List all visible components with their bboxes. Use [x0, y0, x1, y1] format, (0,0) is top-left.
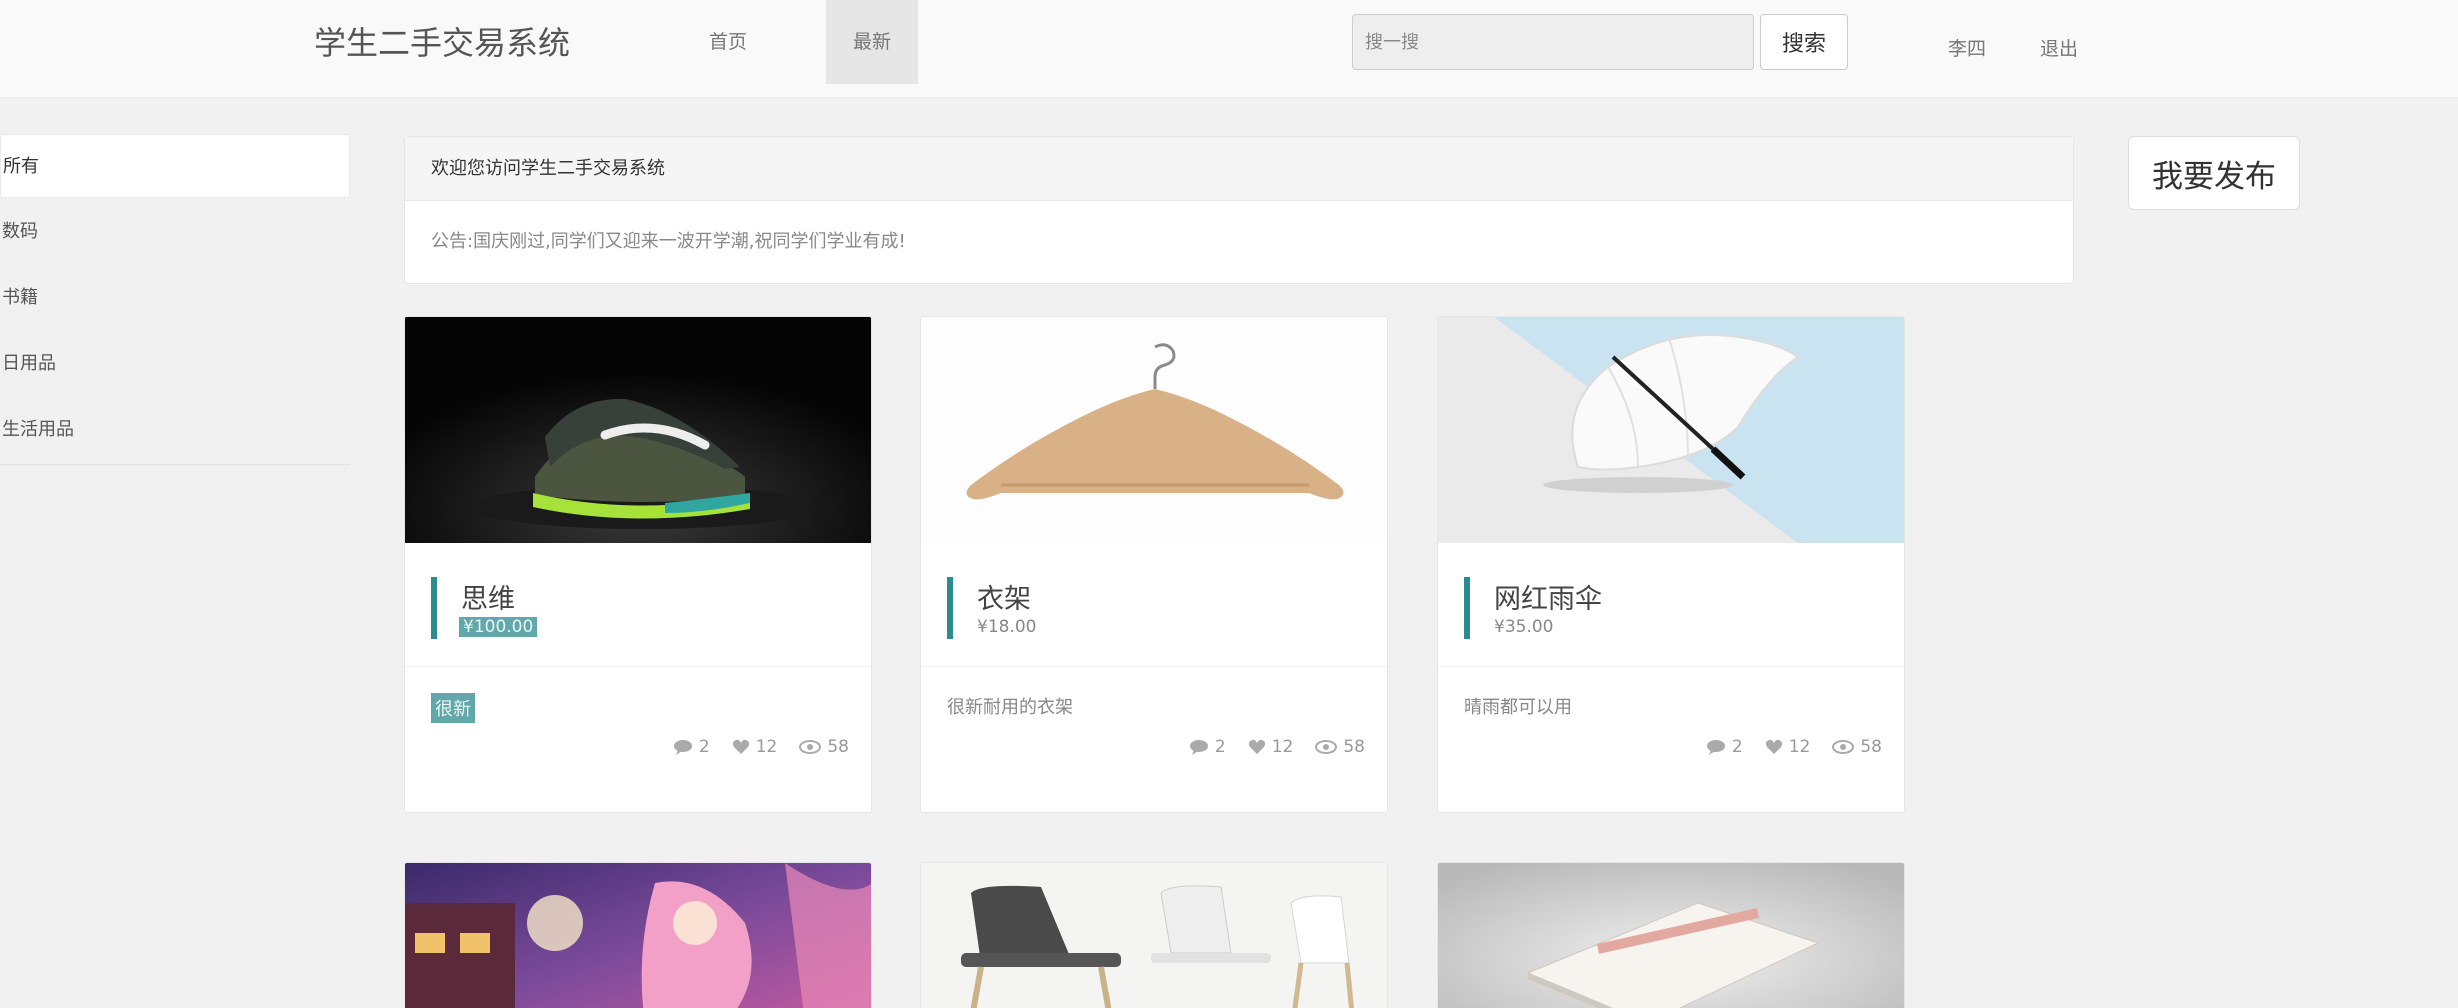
view-stat: 58 [1315, 737, 1365, 757]
eye-icon [1832, 740, 1855, 754]
welcome-panel: 欢迎您访问学生二手交易系统 公告:国庆刚过,同学们又迎来一波开学潮,祝同学们学业… [404, 136, 2074, 284]
like-stat[interactable]: 12 [732, 737, 778, 757]
book-image [1438, 863, 1904, 1008]
notice-text: 公告:国庆刚过,同学们又迎来一波开学潮,祝同学们学业有成! [431, 231, 906, 252]
search-button[interactable]: 搜索 [1760, 14, 1848, 70]
product-image-chairs[interactable] [921, 863, 1387, 1008]
view-stat: 58 [799, 737, 849, 757]
comment-count: 2 [1731, 737, 1743, 757]
product-description: 很新耐用的衣架 [947, 697, 1073, 718]
product-image-book[interactable] [1438, 863, 1904, 1008]
category-all[interactable]: 所有 [0, 134, 350, 198]
eye-icon [1315, 740, 1338, 754]
product-name[interactable]: 衣架 [977, 577, 1031, 616]
accent-bar [947, 577, 953, 639]
comment-icon [1706, 740, 1725, 755]
product-price: ¥35.00 [1494, 617, 1554, 637]
logout-link[interactable]: 退出 [2040, 34, 2078, 61]
sidebar-divider [0, 464, 350, 465]
heart-icon [732, 739, 749, 754]
comment-stat[interactable]: 2 [1706, 737, 1743, 757]
heart-icon [1248, 739, 1265, 754]
nav-home[interactable]: 首页 [680, 0, 776, 84]
product-image-hanger[interactable] [921, 317, 1387, 543]
comment-stat[interactable]: 2 [1189, 737, 1226, 757]
comment-count: 2 [698, 737, 710, 757]
product-image-shoe[interactable] [405, 317, 871, 543]
view-stat: 58 [1832, 737, 1882, 757]
umbrella-image [1494, 317, 1904, 543]
comment-stat[interactable]: 2 [673, 737, 710, 757]
like-stat[interactable]: 12 [1248, 737, 1294, 757]
product-meta: 思维 ¥100.00 [405, 543, 871, 667]
view-count: 58 [827, 737, 849, 757]
product-stats: 2 12 58 [673, 737, 849, 757]
product-card[interactable] [404, 862, 872, 1008]
user-name-link[interactable]: 李四 [1948, 34, 1986, 61]
top-navbar: 学生二手交易系统 首页 最新 搜索 李四 退出 [0, 0, 2458, 98]
publish-button[interactable]: 我要发布 [2128, 136, 2300, 210]
anime-image [405, 863, 871, 1008]
category-daily[interactable]: 日用品 [0, 332, 350, 396]
product-description: 很新 [431, 693, 475, 723]
product-stats: 2 12 58 [1706, 737, 1882, 757]
like-stat[interactable]: 12 [1765, 737, 1811, 757]
category-digital[interactable]: 数码 [0, 200, 350, 264]
panel-title: 欢迎您访问学生二手交易系统 [405, 137, 2073, 201]
product-image-umbrella[interactable] [1438, 317, 1904, 543]
category-living[interactable]: 生活用品 [0, 398, 350, 462]
product-price: ¥100.00 [459, 617, 538, 637]
like-count: 12 [755, 737, 778, 757]
product-card[interactable]: 衣架 ¥18.00 很新耐用的衣架 2 12 58 [920, 316, 1388, 813]
accent-bar [1464, 577, 1470, 639]
like-count: 12 [1271, 737, 1294, 757]
nav-latest[interactable]: 最新 [826, 0, 918, 84]
product-image-anime[interactable] [405, 863, 871, 1008]
product-description: 晴雨都可以用 [1464, 697, 1572, 718]
product-stats: 2 12 58 [1189, 737, 1365, 757]
eye-icon [799, 740, 822, 754]
product-name[interactable]: 网红雨伞 [1494, 577, 1602, 616]
product-name[interactable]: 思维 [461, 577, 515, 616]
comment-count: 2 [1214, 737, 1226, 757]
category-books[interactable]: 书籍 [0, 266, 350, 330]
chairs-image [961, 885, 1355, 1008]
category-sidebar: 所有 数码 书籍 日用品 生活用品 [0, 134, 350, 465]
product-price: ¥18.00 [977, 617, 1037, 637]
product-card[interactable] [920, 862, 1388, 1008]
product-card[interactable]: 思维 ¥100.00 很新 2 12 58 [404, 316, 872, 813]
accent-bar [431, 577, 437, 639]
hanger-image [966, 343, 1344, 500]
comment-icon [1189, 740, 1208, 755]
heart-icon [1765, 739, 1782, 754]
product-meta: 衣架 ¥18.00 [921, 543, 1387, 667]
search-input[interactable] [1352, 14, 1754, 70]
site-brand[interactable]: 学生二手交易系统 [314, 20, 570, 66]
like-count: 12 [1788, 737, 1811, 757]
shoe-image [405, 317, 871, 543]
view-count: 58 [1343, 737, 1365, 757]
comment-icon [673, 740, 692, 755]
product-card[interactable]: 网红雨伞 ¥35.00 晴雨都可以用 2 12 58 [1437, 316, 1905, 813]
view-count: 58 [1860, 737, 1882, 757]
product-meta: 网红雨伞 ¥35.00 [1438, 543, 1904, 667]
product-card[interactable] [1437, 862, 1905, 1008]
